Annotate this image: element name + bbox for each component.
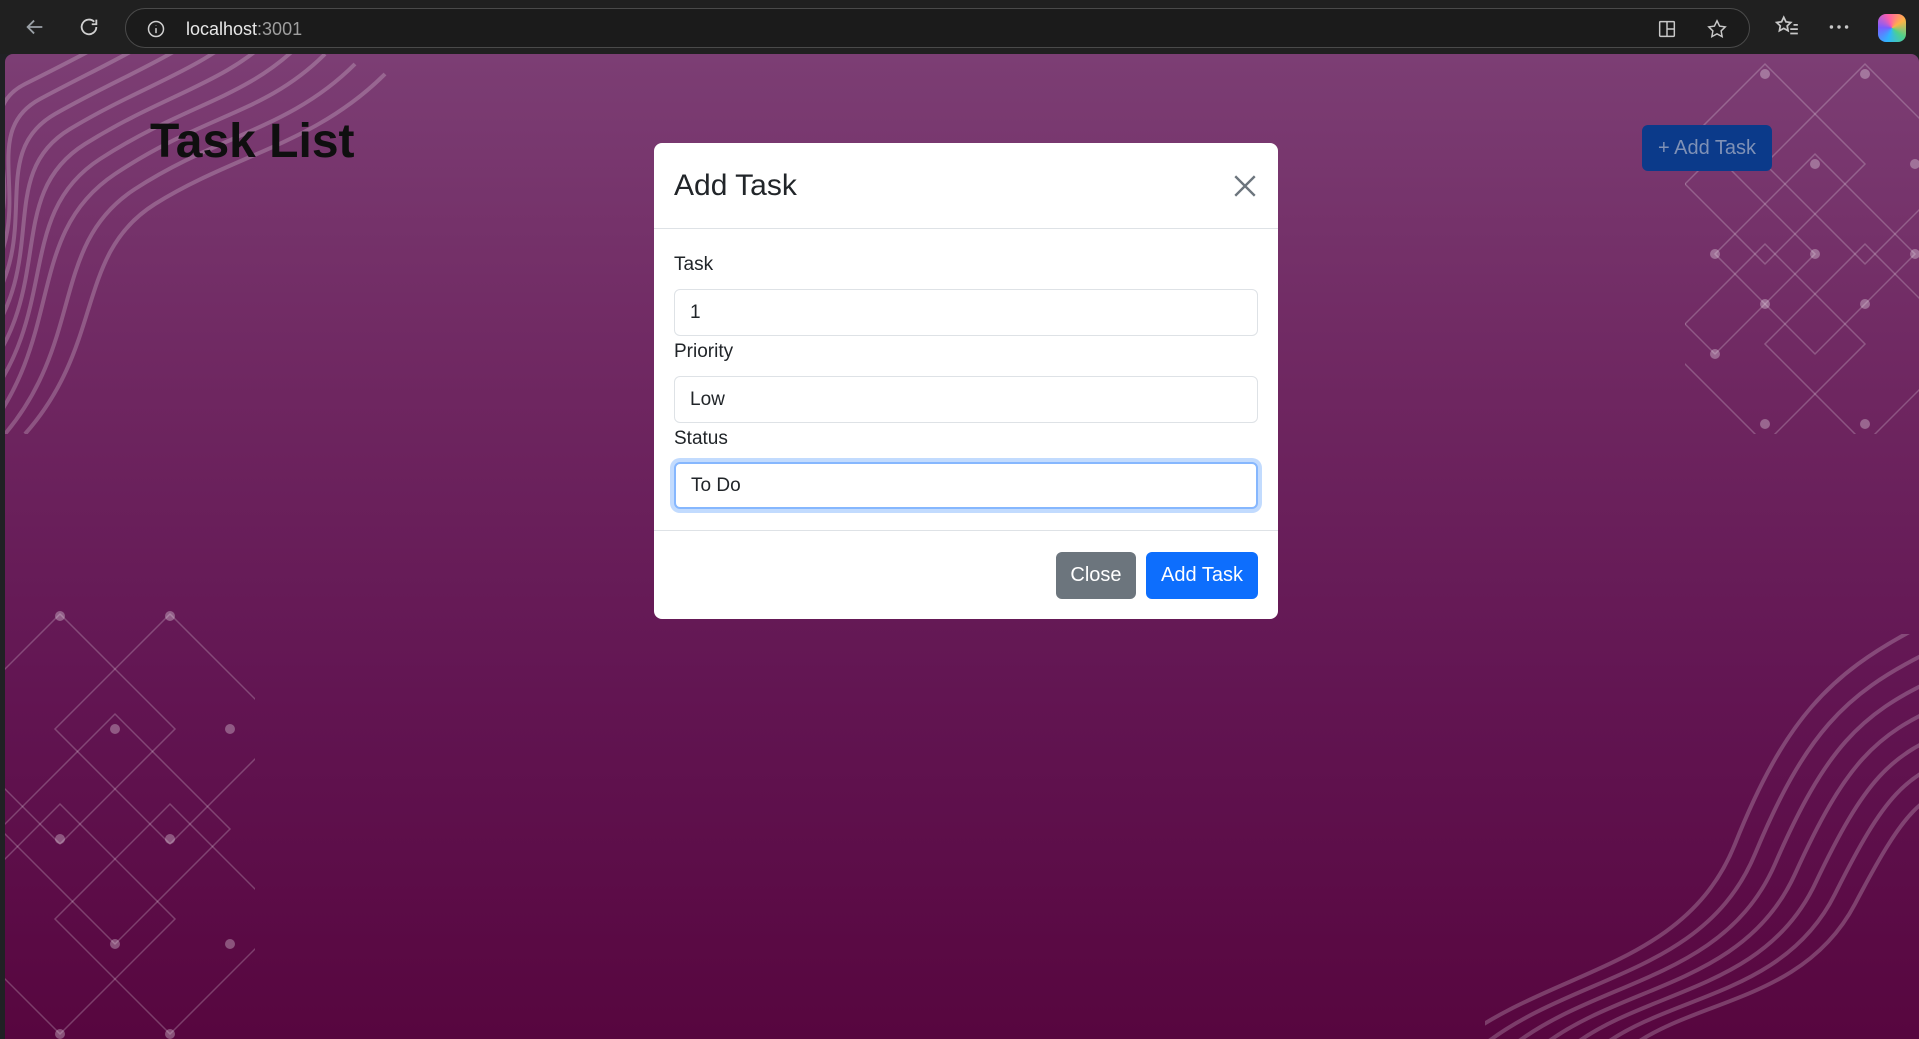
- favorites-icon[interactable]: [1774, 14, 1800, 40]
- status-input[interactable]: [674, 462, 1258, 509]
- modal-footer: Close Add Task: [654, 530, 1278, 619]
- close-icon[interactable]: [1232, 173, 1258, 199]
- priority-input[interactable]: [674, 376, 1258, 423]
- close-button[interactable]: Close: [1056, 552, 1136, 599]
- add-task-button[interactable]: + Add Task: [1642, 125, 1772, 171]
- task-input[interactable]: [674, 289, 1258, 336]
- address-bar[interactable]: localhost:3001: [125, 8, 1750, 48]
- star-icon[interactable]: [1706, 18, 1728, 40]
- page-title: Task List: [150, 115, 355, 168]
- wave-pattern-top-left: [5, 54, 387, 434]
- browser-toolbar: localhost:3001: [0, 0, 1919, 54]
- info-icon[interactable]: [146, 19, 166, 39]
- add-task-modal: Add Task Task Priority Status Close Add …: [654, 143, 1278, 619]
- lattice-pattern-top-right: [1685, 62, 1919, 434]
- split-screen-icon[interactable]: [1656, 18, 1678, 40]
- more-icon[interactable]: [1826, 14, 1852, 40]
- lattice-pattern-bottom-left: [5, 611, 255, 1039]
- back-arrow-icon[interactable]: [18, 10, 52, 44]
- page-viewport: Task List + Add Task Add Task Task Prior…: [5, 54, 1919, 1039]
- task-label: Task: [674, 254, 714, 275]
- status-label: Status: [674, 428, 728, 449]
- modal-header: Add Task: [654, 143, 1278, 229]
- modal-title: Add Task: [674, 169, 797, 202]
- copilot-icon[interactable]: [1878, 14, 1906, 42]
- priority-label: Priority: [674, 341, 734, 362]
- url-text: localhost:3001: [186, 19, 303, 39]
- refresh-icon[interactable]: [72, 10, 106, 44]
- submit-add-task-button[interactable]: Add Task: [1146, 552, 1258, 599]
- wave-pattern-bottom-right: [1485, 634, 1919, 1039]
